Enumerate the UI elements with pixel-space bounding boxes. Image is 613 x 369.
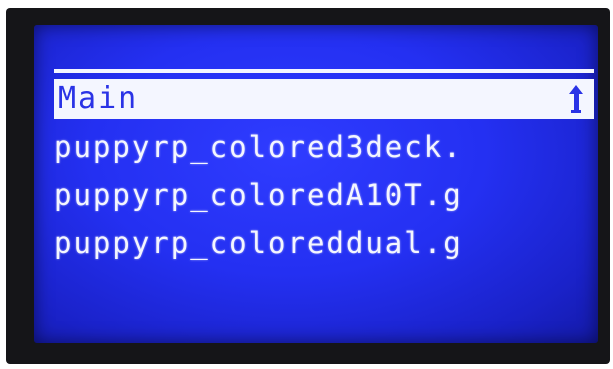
menu-header[interactable]: Main bbox=[54, 79, 594, 119]
lcd-screen: Main puppyrp_colored3deck. puppyrp_color… bbox=[34, 25, 598, 343]
header-divider-line bbox=[54, 69, 594, 73]
file-item[interactable]: puppyrp_coloredA10T.g bbox=[54, 171, 598, 219]
file-list: puppyrp_colored3deck. puppyrp_coloredA10… bbox=[54, 123, 598, 267]
file-item[interactable]: puppyrp_colored3deck. bbox=[54, 123, 598, 171]
menu-title: Main bbox=[58, 81, 139, 116]
up-arrow-icon[interactable] bbox=[566, 83, 586, 115]
file-item[interactable]: puppyrp_coloreddual.g bbox=[54, 219, 598, 267]
